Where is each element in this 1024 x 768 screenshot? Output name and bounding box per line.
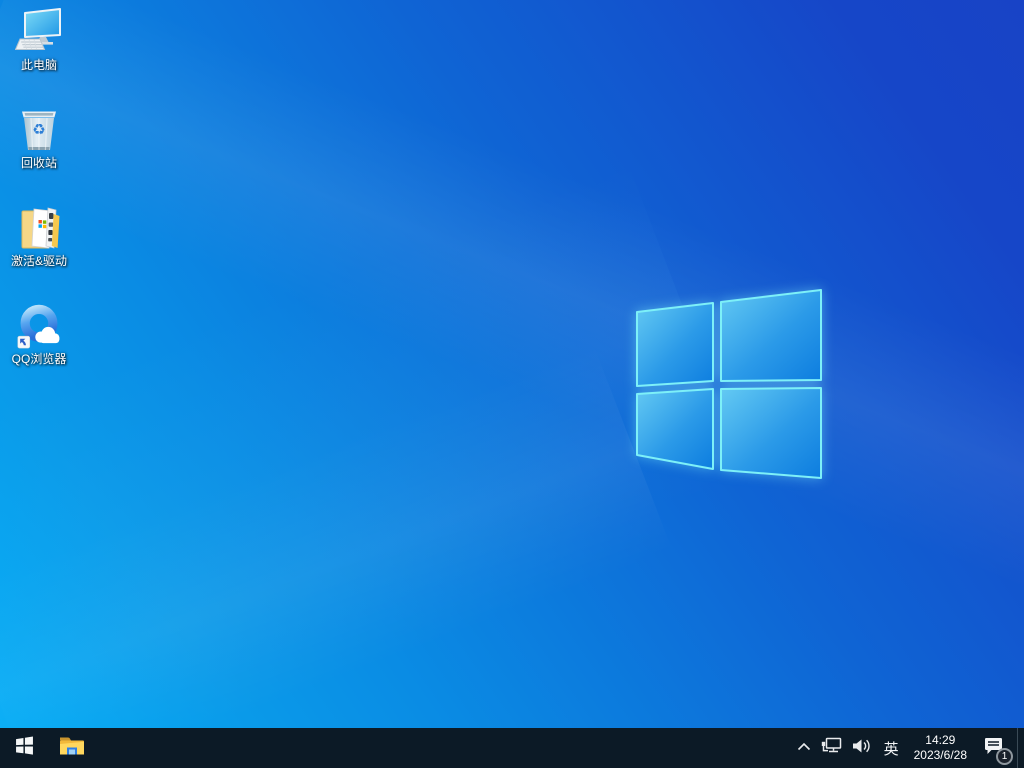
activation-driver-folder-icon — [15, 204, 63, 252]
desktop-icon-activation-driver[interactable]: 激活&驱动 — [1, 204, 77, 298]
chevron-up-icon — [797, 739, 811, 757]
light-ray — [0, 346, 673, 768]
ethernet-network-icon — [821, 737, 842, 759]
file-explorer-icon — [59, 735, 85, 761]
system-tray: 英 14:29 2023/6/28 1 — [792, 728, 1024, 768]
ime-indicator[interactable]: 英 — [877, 728, 906, 768]
desktop-icon-this-pc[interactable]: 此电脑 — [1, 8, 77, 102]
desktop-icon-label: 回收站 — [21, 156, 57, 170]
desktop-wallpaper — [0, 0, 1024, 768]
clock-time: 14:29 — [914, 733, 967, 748]
desktop-icon-label: 此电脑 — [21, 58, 57, 72]
light-ray — [0, 0, 1024, 602]
desktop-icon-label: 激活&驱动 — [11, 254, 67, 268]
network-tray-button[interactable] — [816, 728, 847, 768]
show-desktop-button[interactable] — [1017, 728, 1024, 768]
recycle-bin-icon: ♻ — [15, 106, 63, 154]
taskbar-clock[interactable]: 14:29 2023/6/28 — [906, 728, 975, 768]
desktop-icon-recycle-bin[interactable]: ♻ 回收站 — [1, 106, 77, 200]
file-explorer-taskbar-button[interactable] — [48, 728, 96, 768]
volume-tray-button[interactable] — [847, 728, 877, 768]
notification-count-badge: 1 — [996, 748, 1013, 765]
show-hidden-icons-button[interactable] — [792, 728, 816, 768]
windows-start-icon — [15, 736, 34, 760]
desktop-icon-qq-browser[interactable]: QQ浏览器 — [1, 302, 77, 396]
desktop-icon-label: QQ浏览器 — [12, 352, 67, 366]
speaker-volume-icon — [852, 738, 872, 759]
clock-date: 2023/6/28 — [914, 748, 967, 763]
svg-text:♻: ♻ — [32, 121, 45, 139]
taskbar: 英 14:29 2023/6/28 1 — [0, 728, 1024, 768]
start-button[interactable] — [0, 728, 48, 768]
action-center-button[interactable]: 1 — [975, 728, 1017, 768]
qq-browser-icon — [15, 302, 63, 350]
this-pc-icon — [15, 8, 63, 56]
windows-logo-wallpaper — [630, 284, 830, 488]
